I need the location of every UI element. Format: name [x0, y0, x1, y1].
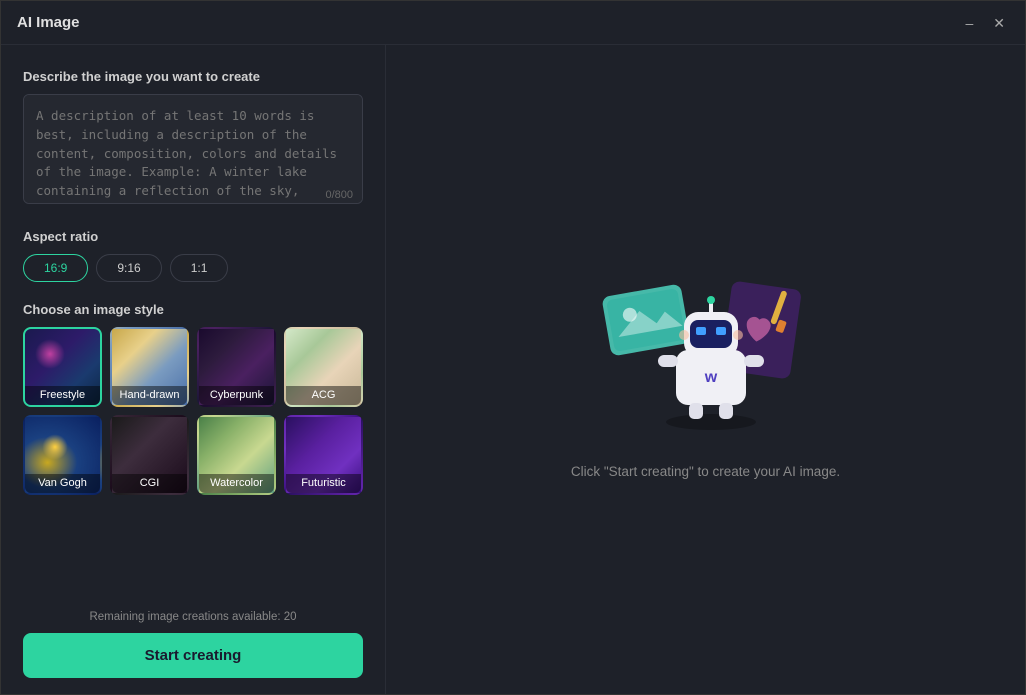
style-freestyle-label: Freestyle: [25, 386, 100, 405]
main-window: AI Image – ✕ Describe the image you want…: [0, 0, 1026, 695]
style-freestyle[interactable]: Freestyle: [23, 327, 102, 407]
left-panel: Describe the image you want to create 0/…: [1, 45, 386, 694]
style-section: Choose an image style Freestyle Hand-dra…: [23, 302, 363, 495]
style-watercolor[interactable]: Watercolor: [197, 415, 276, 495]
style-cgi[interactable]: CGI: [110, 415, 189, 495]
style-cyberpunk-label: Cyberpunk: [199, 386, 274, 405]
style-van-gogh-label: Van Gogh: [25, 474, 100, 493]
style-acg-label: ACG: [286, 386, 361, 405]
window-controls: – ✕: [961, 12, 1009, 34]
start-creating-button[interactable]: Start creating: [23, 633, 363, 678]
content-area: Describe the image you want to create 0/…: [1, 45, 1025, 694]
minimize-button[interactable]: –: [961, 12, 977, 34]
style-grid: Freestyle Hand-drawn Cyberpunk ACG Van G…: [23, 327, 363, 495]
describe-label: Describe the image you want to create: [23, 69, 363, 84]
style-futuristic-label: Futuristic: [286, 474, 361, 493]
style-hand-drawn[interactable]: Hand-drawn: [110, 327, 189, 407]
char-count: 0/800: [325, 189, 353, 201]
style-label: Choose an image style: [23, 302, 363, 317]
description-textarea[interactable]: [23, 94, 363, 204]
close-button[interactable]: ✕: [989, 12, 1009, 34]
remaining-text: Remaining image creations available: 20: [23, 611, 363, 623]
aspect-ratio-label: Aspect ratio: [23, 229, 363, 244]
window-title: AI Image: [17, 14, 80, 31]
style-futuristic[interactable]: Futuristic: [284, 415, 363, 495]
aspect-1-1-button[interactable]: 1:1: [170, 254, 229, 282]
aspect-16-9-button[interactable]: 16:9: [23, 254, 88, 282]
style-hand-drawn-label: Hand-drawn: [112, 386, 187, 405]
style-watercolor-label: Watercolor: [199, 474, 274, 493]
ai-illustration-svg: w: [596, 260, 816, 440]
right-panel-prompt: Click "Start creating" to create your AI…: [571, 464, 840, 479]
aspect-ratio-section: Aspect ratio 16:9 9:16 1:1: [23, 229, 363, 282]
aspect-buttons: 16:9 9:16 1:1: [23, 254, 363, 282]
style-cyberpunk[interactable]: Cyberpunk: [197, 327, 276, 407]
textarea-wrapper: 0/800: [23, 94, 363, 209]
style-acg[interactable]: ACG: [284, 327, 363, 407]
aspect-9-16-button[interactable]: 9:16: [96, 254, 161, 282]
svg-text:w: w: [703, 369, 717, 386]
robot-illustration: w: [596, 260, 816, 440]
titlebar: AI Image – ✕: [1, 1, 1025, 45]
right-panel: w Click "Start creating" to create your …: [386, 45, 1025, 694]
style-van-gogh[interactable]: Van Gogh: [23, 415, 102, 495]
style-cgi-label: CGI: [112, 474, 187, 493]
